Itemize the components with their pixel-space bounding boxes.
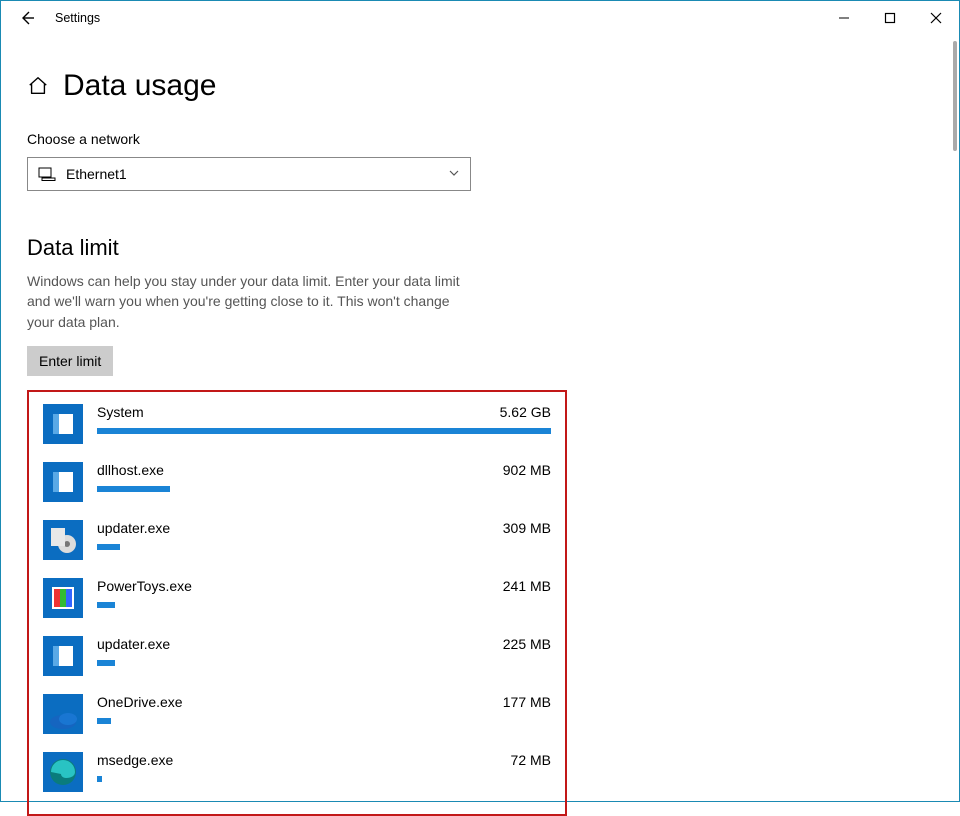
app-amount: 309 MB xyxy=(503,520,551,536)
usage-bar xyxy=(97,428,551,434)
usage-bar xyxy=(97,486,551,492)
usage-bar xyxy=(97,776,551,782)
usage-list-highlight: System 5.62 GB dllhost.exe 902 MB update… xyxy=(27,390,567,816)
window-controls xyxy=(821,3,959,33)
app-name: updater.exe xyxy=(97,520,170,536)
data-limit-heading: Data limit xyxy=(27,235,933,261)
app-amount: 72 MB xyxy=(511,752,551,768)
app-name: System xyxy=(97,404,144,420)
app-amount: 5.62 GB xyxy=(500,404,551,420)
app-icon xyxy=(43,578,83,618)
network-selected: Ethernet1 xyxy=(66,166,448,182)
app-icon xyxy=(43,404,83,444)
app-name: dllhost.exe xyxy=(97,462,164,478)
app-icon xyxy=(43,694,83,734)
usage-row: OneDrive.exe 177 MB xyxy=(43,694,551,734)
app-name: updater.exe xyxy=(97,636,170,652)
titlebar: Settings xyxy=(1,1,959,35)
usage-bar xyxy=(97,544,551,550)
network-label: Choose a network xyxy=(27,131,933,147)
minimize-button[interactable] xyxy=(821,3,867,33)
data-limit-help: Windows can help you stay under your dat… xyxy=(27,271,477,332)
home-icon[interactable] xyxy=(27,75,49,97)
app-icon xyxy=(43,462,83,502)
usage-bar xyxy=(97,602,551,608)
enter-limit-button[interactable]: Enter limit xyxy=(27,346,113,376)
window-title: Settings xyxy=(47,11,100,25)
usage-row: PowerToys.exe 241 MB xyxy=(43,578,551,618)
app-name: PowerToys.exe xyxy=(97,578,192,594)
app-icon xyxy=(43,752,83,792)
app-icon xyxy=(43,636,83,676)
app-amount: 902 MB xyxy=(503,462,551,478)
maximize-button[interactable] xyxy=(867,3,913,33)
back-button[interactable] xyxy=(7,1,47,35)
app-amount: 225 MB xyxy=(503,636,551,652)
app-amount: 241 MB xyxy=(503,578,551,594)
app-name: OneDrive.exe xyxy=(97,694,183,710)
network-dropdown[interactable]: Ethernet1 xyxy=(27,157,471,191)
usage-row: msedge.exe 72 MB xyxy=(43,752,551,792)
usage-row: System 5.62 GB xyxy=(43,404,551,444)
usage-row: updater.exe 225 MB xyxy=(43,636,551,676)
content: Data usage Choose a network Ethernet1 Da… xyxy=(1,35,959,816)
page-title: Data usage xyxy=(63,69,216,103)
usage-bar xyxy=(97,718,551,724)
usage-row: dllhost.exe 902 MB xyxy=(43,462,551,502)
page-header: Data usage xyxy=(27,69,933,103)
usage-row: updater.exe 309 MB xyxy=(43,520,551,560)
usage-bar xyxy=(97,660,551,666)
chevron-down-icon xyxy=(448,166,460,182)
ethernet-icon xyxy=(38,167,56,181)
app-icon xyxy=(43,520,83,560)
app-name: msedge.exe xyxy=(97,752,173,768)
close-button[interactable] xyxy=(913,3,959,33)
app-amount: 177 MB xyxy=(503,694,551,710)
scrollbar[interactable] xyxy=(953,41,957,151)
